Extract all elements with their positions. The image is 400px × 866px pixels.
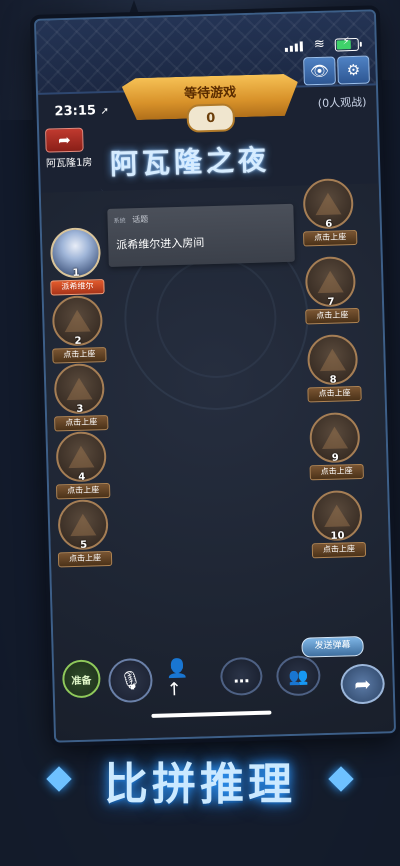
seat-number: 8 [329, 374, 337, 386]
microphone-icon: 🎙 [118, 669, 143, 692]
seat-4[interactable]: 4 点击上座 [55, 431, 111, 500]
seat-number: 5 [80, 539, 88, 551]
take-seat-label: 点击上座 [55, 482, 111, 500]
location-arrow-icon: ➚ [100, 105, 110, 118]
chat-bubble-icon: … [233, 666, 250, 687]
chat-channel: 话题 [132, 214, 149, 225]
seat-9[interactable]: 9 点击上座 [309, 411, 364, 481]
chat-tag: 系统 [113, 217, 126, 225]
seat-number: 3 [76, 403, 84, 415]
seat-1[interactable]: 1 派希维尔 [49, 227, 105, 296]
battery-icon: ⚡ [334, 36, 359, 52]
take-seat-label: 点击上座 [309, 463, 364, 481]
spectator-count: (0人观战) [317, 95, 367, 111]
signal-icon [284, 41, 303, 52]
back-arrow-icon: ➦ [57, 130, 71, 150]
game-title: 阿瓦隆之夜 [109, 143, 271, 181]
seat-7[interactable]: 7 点击上座 [304, 256, 360, 325]
seat-2[interactable]: 2 点击上座 [51, 295, 107, 364]
seat-number: 9 [331, 452, 339, 464]
take-seat-label: 点击上座 [307, 385, 362, 403]
back-button[interactable]: ➦ [45, 127, 84, 153]
settings-button[interactable]: ⚙ [337, 55, 370, 85]
take-seat-label: 点击上座 [54, 415, 109, 432]
add-user-icon: 👤↑ [165, 657, 189, 701]
wifi-icon: ≋ [313, 36, 325, 53]
send-danmu-button[interactable]: 发送弹幕 [301, 635, 364, 658]
share-arrow-icon: ➦ [353, 671, 372, 697]
chat-message-box: 系统 话题 派希维尔进入房间 [107, 203, 295, 267]
seat-number: 6 [325, 218, 333, 230]
gear-icon: ⚙ [346, 60, 361, 80]
game-room-screen: ≋ ⚡ 等待游戏 0 23:15 ➚ 👁 ⚙ (0人观战) ➦ 阿瓦隆1房 阿瓦… [33, 9, 397, 743]
seat-6[interactable]: 6 点击上座 [302, 178, 358, 247]
take-seat-label: 点击上座 [302, 229, 358, 247]
seat-number: 10 [330, 530, 345, 542]
take-seat-label: 点击上座 [57, 550, 113, 568]
seat-5[interactable]: 5 点击上座 [57, 499, 113, 568]
seat-number: 2 [74, 335, 82, 347]
chat-message: 派希维尔进入房间 [116, 236, 205, 252]
seat-3[interactable]: 3 点击上座 [53, 363, 109, 432]
waiting-count: 0 [186, 103, 236, 133]
take-seat-label: 点击上座 [52, 347, 107, 364]
seat-8[interactable]: 8 点击上座 [306, 334, 362, 403]
take-seat-label: 点击上座 [305, 307, 360, 325]
chat-header: 系统 话题 [113, 214, 149, 226]
seat-number: 1 [72, 267, 80, 279]
seat-number: 7 [327, 296, 335, 308]
player-name: 派希维尔 [50, 279, 105, 296]
clock: 23:15 ➚ [54, 103, 110, 120]
spectate-button[interactable]: 👁 [303, 56, 336, 86]
invite-player-button[interactable]: 👤↑ [166, 658, 201, 701]
take-seat-label: 点击上座 [311, 541, 367, 559]
seat-number: 4 [78, 471, 86, 483]
eye-icon: 👁 [309, 61, 330, 81]
seat-10[interactable]: 10 点击上座 [311, 489, 367, 559]
room-name: 阿瓦隆1房 [45, 157, 93, 170]
group-add-icon: 👥 [288, 666, 309, 686]
